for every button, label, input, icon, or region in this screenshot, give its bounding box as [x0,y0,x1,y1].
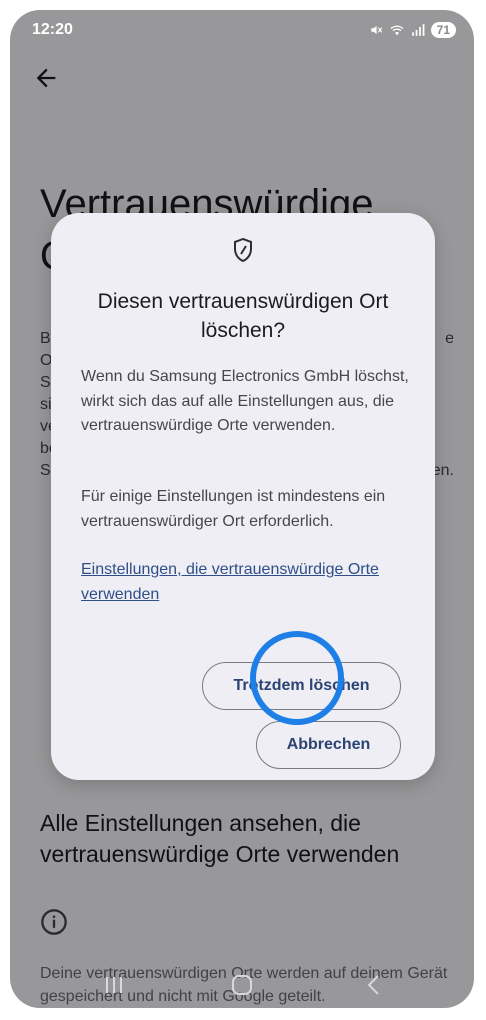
dialog-title: Diesen vertrauenswürdigen Ort löschen? [97,290,389,342]
navigation-bar [10,962,474,1008]
wifi-icon [390,25,404,36]
signal-icon [411,24,425,36]
recents-button[interactable] [94,970,134,1000]
cancel-button[interactable]: Abbrechen [256,721,401,769]
home-icon [232,975,252,995]
recents-icon [106,977,122,993]
home-button[interactable] [222,970,262,1000]
dialog-note: Für einige Einstellungen ist mindestens … [81,488,386,530]
shield-icon [234,237,252,263]
settings-link[interactable]: Einstellungen, die vertrauenswürdige Ort… [81,558,411,607]
tap-highlight-ring [250,631,344,725]
status-time: 12:20 [32,21,73,38]
delete-dialog: Diesen vertrauenswürdigen Ort löschen? W… [51,213,435,780]
battery-indicator: 71 [430,22,456,38]
dialog-message: Wenn du Samsung Electronics GmbH löschst… [81,368,409,434]
status-bar: 12:20 71 [10,10,474,50]
status-icons: 71 [369,22,456,38]
back-button[interactable] [354,970,394,1000]
back-chevron-icon [367,975,379,995]
phone-screen: Vertrauenswürdige O B O S si ve be S e e… [10,10,474,1008]
mute-icon [370,25,382,35]
